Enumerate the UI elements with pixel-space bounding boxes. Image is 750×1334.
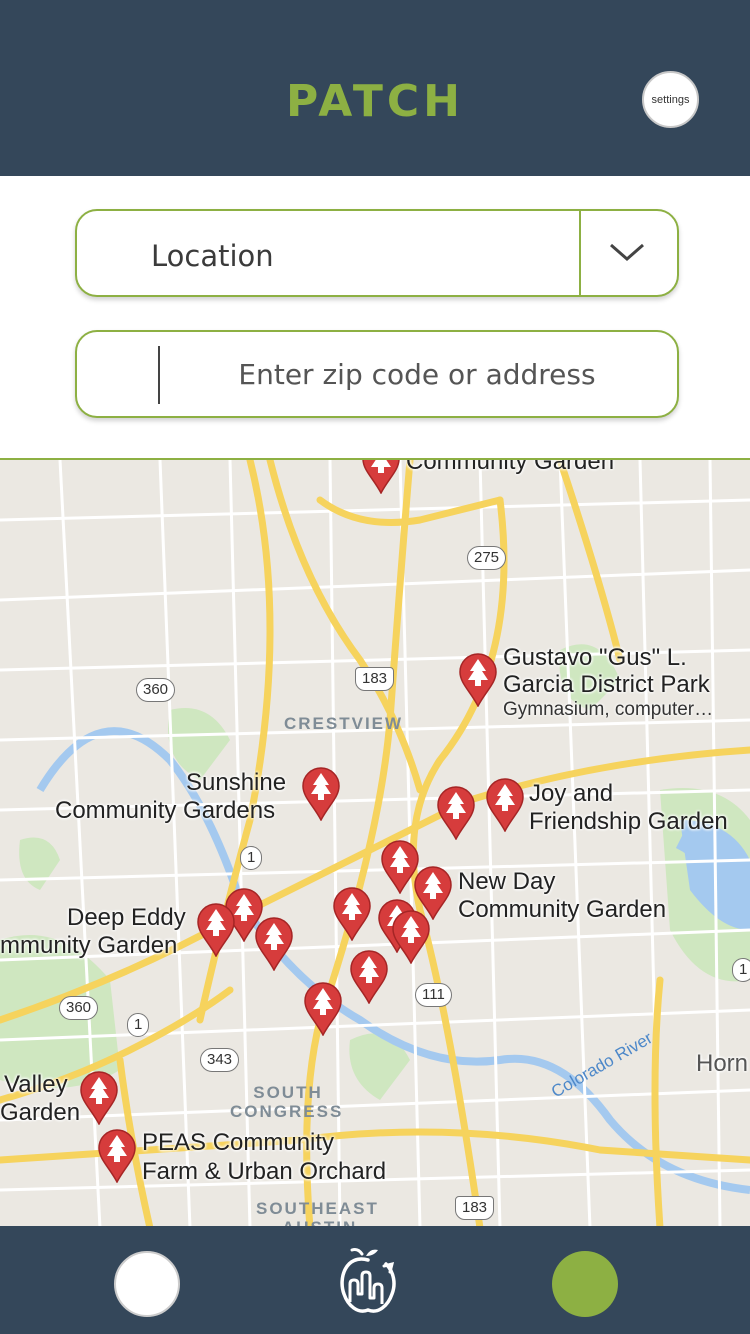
address-input[interactable] <box>187 332 647 416</box>
area-label: SOUTH <box>253 1083 323 1102</box>
garden-pin[interactable] <box>332 887 372 941</box>
place-label: Garcia District Park <box>503 671 710 698</box>
garden-pin[interactable] <box>254 917 294 971</box>
place-label: Community Garden <box>458 896 667 923</box>
app-header: PATCH settings <box>0 0 750 176</box>
place-label: Sunshine <box>186 769 287 796</box>
text-cursor <box>158 346 160 404</box>
route-shield: 183 <box>355 667 395 691</box>
garden-app-icon[interactable] <box>336 1244 400 1320</box>
dropdown-divider <box>579 211 581 295</box>
garden-pin[interactable] <box>361 458 401 494</box>
settings-button[interactable]: settings <box>642 71 699 128</box>
place-label: Community Gardens <box>55 797 276 824</box>
place-label: Horn <box>696 1050 749 1077</box>
place-label: Farm & Urban Orchard <box>142 1158 387 1185</box>
route-shield: 111 <box>415 983 452 1007</box>
nav-right-button[interactable] <box>552 1251 618 1317</box>
app-logo: PATCH <box>286 76 464 127</box>
garden-pin[interactable] <box>391 910 431 964</box>
location-dropdown-label: Location <box>151 239 274 273</box>
route-shield: 275 <box>467 546 507 570</box>
place-label: mmunity Garden <box>0 932 178 959</box>
address-field[interactable] <box>75 330 679 418</box>
map-view[interactable]: Community Garden Gustavo "Gus" L. Garcia… <box>0 458 750 1226</box>
garden-pin[interactable] <box>436 786 476 840</box>
area-label: SOUTHEAST <box>256 1199 379 1218</box>
garden-pin[interactable] <box>79 1071 119 1125</box>
place-label: Friendship Garden <box>529 808 728 835</box>
garden-pin[interactable] <box>97 1129 137 1183</box>
garden-pin[interactable] <box>303 982 343 1036</box>
location-dropdown[interactable]: Location <box>75 209 679 297</box>
place-label: Garden <box>0 1099 81 1126</box>
route-shield: 360 <box>59 996 99 1020</box>
place-label: Community Garden <box>406 458 615 475</box>
garden-pin[interactable] <box>196 903 236 957</box>
route-shield: 1 <box>732 958 750 982</box>
route-shield: 1 <box>240 846 263 870</box>
garden-pin[interactable] <box>349 950 389 1004</box>
route-shield: 183 <box>455 1196 495 1220</box>
place-label: New Day <box>458 868 556 895</box>
place-label: PEAS Community <box>142 1129 335 1156</box>
place-label: Deep Eddy <box>67 904 186 931</box>
place-label: Valley <box>4 1071 68 1098</box>
place-label: Gustavo "Gus" L. <box>503 644 687 671</box>
garden-pin[interactable] <box>458 653 498 707</box>
area-label: CRESTVIEW <box>284 714 404 733</box>
area-label: AUSTIN <box>282 1218 357 1226</box>
place-sublabel: Gymnasium, computer… <box>503 699 714 720</box>
route-shield: 1 <box>127 1013 150 1037</box>
bottom-nav <box>0 1226 750 1334</box>
garden-pin[interactable] <box>485 778 525 832</box>
chevron-down-icon[interactable] <box>607 237 647 267</box>
app-screen: PATCH settings Location Enter zip code o… <box>0 0 750 1334</box>
route-shield: 343 <box>200 1048 240 1072</box>
route-shield: 360 <box>136 678 176 702</box>
garden-pin[interactable] <box>301 767 341 821</box>
nav-left-button[interactable] <box>114 1251 180 1317</box>
area-label: CONGRESS <box>230 1102 344 1121</box>
place-label: Joy and <box>529 780 614 807</box>
